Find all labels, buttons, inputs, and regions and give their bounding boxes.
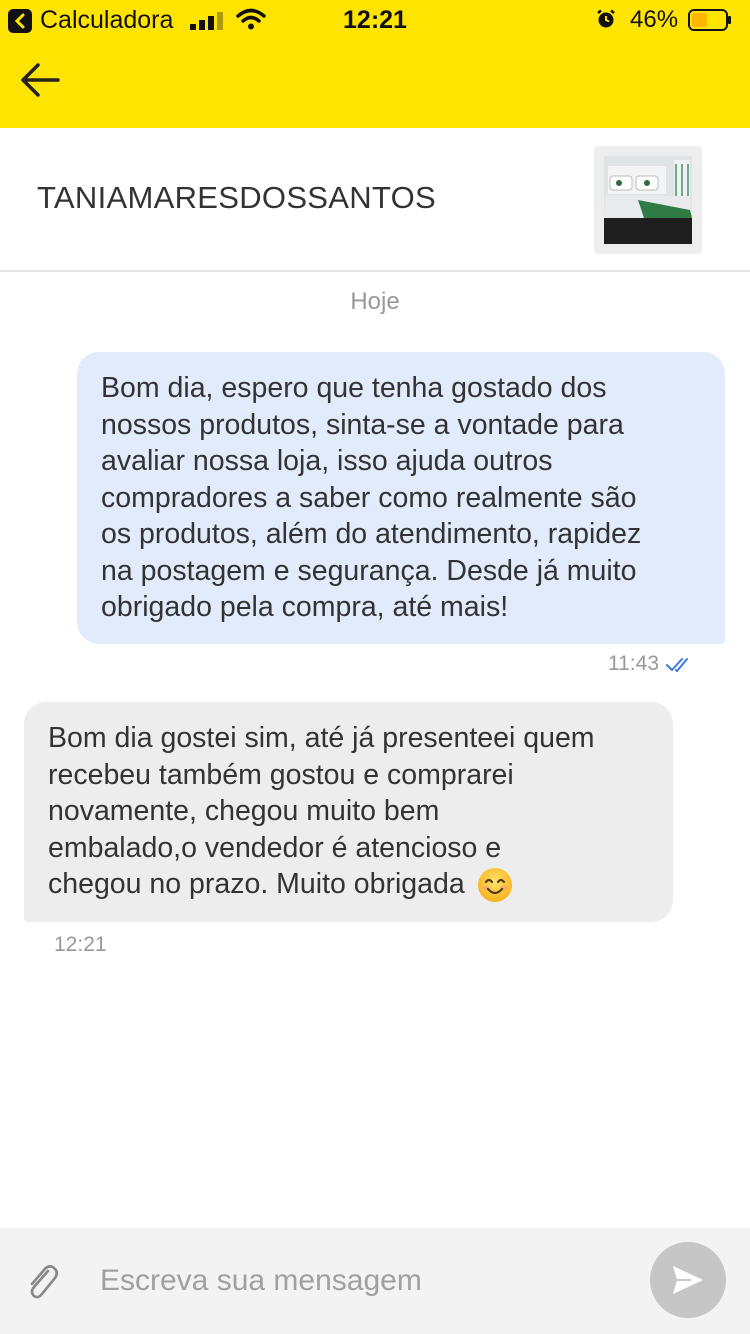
battery-percent: 46% <box>630 6 679 33</box>
battery-icon <box>688 9 731 31</box>
send-button[interactable] <box>650 1242 726 1318</box>
incoming-message-bubble[interactable]: Bom dia gostei sim, até já presenteei qu… <box>24 702 673 922</box>
send-icon <box>673 1266 703 1294</box>
date-separator: Hoje <box>350 288 400 315</box>
message-time: 11:43 <box>608 652 659 675</box>
outgoing-message-bubble[interactable]: Bom dia, espero que tenha gostado dos no… <box>77 352 725 644</box>
message-text: Bom dia, espero que tenha gostado dos no… <box>101 372 642 623</box>
message-text-wrap: Bom dia gostei sim, até já presenteei qu… <box>48 720 653 903</box>
outgoing-message-meta: 11:43 <box>560 652 700 682</box>
arrow-left-icon[interactable] <box>18 58 62 102</box>
message-composer <box>0 1228 750 1334</box>
incoming-message-time: 12:21 <box>54 933 107 956</box>
contact-name: TANIAMARESDOSSANTOS <box>37 180 437 215</box>
product-thumbnail[interactable] <box>594 146 702 254</box>
alarm-icon <box>597 9 615 28</box>
message-input[interactable] <box>98 1258 622 1304</box>
status-bar: Calculadora 12:21 46% <box>0 0 750 40</box>
chat-header: TANIAMARESDOSSANTOS <box>0 128 750 272</box>
bed-product-image <box>604 156 692 244</box>
top-bar: Calculadora 12:21 46% <box>0 0 750 128</box>
double-check-icon <box>666 658 688 672</box>
paperclip-icon[interactable] <box>24 1261 60 1301</box>
smile-emoji-icon <box>465 868 513 903</box>
